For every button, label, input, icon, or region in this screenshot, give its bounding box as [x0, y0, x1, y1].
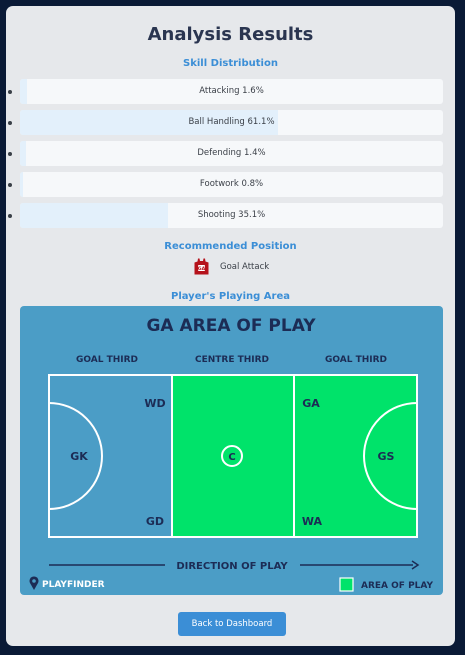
skill-bar-label: Attacking 1.6%: [199, 86, 264, 96]
direction-label: DIRECTION OF PLAY: [176, 561, 288, 572]
position-wd: WD: [144, 397, 165, 410]
skill-bar-footwork: Footwork 0.8%: [20, 172, 443, 197]
position-wa: WA: [302, 515, 323, 528]
position-gs: GS: [378, 450, 395, 463]
list-bullet: [8, 152, 12, 156]
position-c: C: [228, 452, 235, 463]
skill-bar-ball-handling: Ball Handling 61.1%: [20, 110, 443, 135]
diagram-title: GA AREA OF PLAY: [146, 316, 316, 336]
location-pin-icon: [29, 576, 39, 590]
skill-distribution-heading: Skill Distribution: [183, 58, 278, 69]
skill-bar-label: Footwork 0.8%: [199, 179, 264, 189]
legend-label: AREA OF PLAY: [361, 581, 434, 591]
skill-bar-label: Ball Handling 61.1%: [188, 117, 275, 127]
skill-bar-label: Shooting 35.1%: [197, 210, 266, 220]
recommended-position-heading: Recommended Position: [164, 241, 297, 252]
position-name: Goal Attack: [220, 262, 270, 272]
list-bullet: [8, 214, 12, 218]
back-to-dashboard-button[interactable]: Back to Dashboard: [178, 612, 286, 636]
list-bullet: [8, 90, 12, 94]
brand-logo: PLAYFINDER: [42, 580, 105, 590]
third-label-right: GOAL THIRD: [325, 355, 387, 365]
skill-bar-defending: Defending 1.4%: [20, 141, 443, 166]
position-gd: GD: [146, 515, 164, 528]
list-bullet: [8, 121, 12, 125]
playing-area-heading: Player's Playing Area: [170, 291, 291, 302]
skill-bar-shooting: Shooting 35.1%: [20, 203, 443, 228]
third-label-left: GOAL THIRD: [76, 355, 138, 365]
third-label-centre: CENTRE THIRD: [195, 355, 269, 365]
skill-bar-label: Defending 1.4%: [197, 148, 266, 158]
skill-bar-attacking: Attacking 1.6%: [20, 79, 443, 104]
jersey-badge: GA: [198, 266, 206, 272]
list-bullet: [8, 183, 12, 187]
position-ga: GA: [302, 397, 320, 410]
position-gk: GK: [70, 450, 88, 463]
page-title: Analysis Results: [147, 24, 314, 45]
jersey-icon: GA: [194, 258, 209, 275]
legend-swatch: [339, 577, 354, 592]
playing-area-diagram: GA AREA OF PLAY GOAL THIRD CENTRE THIRD …: [20, 306, 443, 595]
analysis-card: Analysis Results Skill Distribution Atta…: [6, 6, 455, 646]
